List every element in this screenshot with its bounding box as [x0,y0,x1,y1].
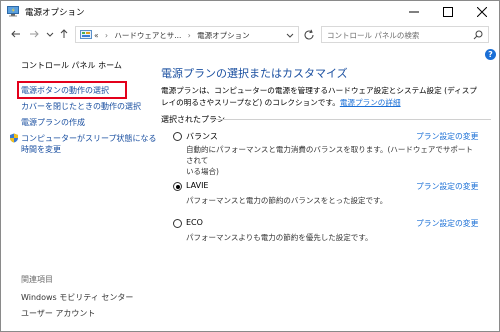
plan-desc-line: 自動的にパフォーマンスと電力消費のバランスを取ります。(ハードウェアでサポートさ… [186,145,473,165]
chevron-right-icon: › [104,31,108,40]
plan-radio-lavie[interactable] [173,182,182,191]
power-options-icon [7,6,19,17]
section-divider [211,119,491,120]
chevron-right-icon: › [187,31,191,40]
forward-button[interactable] [27,27,41,41]
change-plan-settings-balanced[interactable]: プラン設定の変更 [416,131,478,142]
close-icon [477,7,487,17]
plan-desc-eco: パフォーマンスよりも電力の節約を優先した設定です。 [186,233,373,242]
plan-name-balanced: バランス [186,132,218,141]
chevron-down-icon[interactable] [286,31,294,39]
windows-mobility-center-link[interactable]: Windows モビリティ センター [21,292,133,303]
description-line-1: 電源プランは、コンピューターの電源を管理するハードウェア設定とシステム設定 (デ… [161,86,477,95]
create-power-plan-link[interactable]: 電源プランの作成 [21,117,85,128]
sleep-timing-link-line1[interactable]: コンピューターがスリープ状態になる [21,133,157,144]
user-accounts-link[interactable]: ユーザー アカウント [21,308,95,319]
control-panel-home-link[interactable]: コントロール パネル ホーム [21,60,122,71]
chevron-down-icon [46,32,54,37]
power-plan-details-link[interactable]: 電源プランの詳細 [340,98,401,107]
address-bar[interactable]: « › ハードウェアとサ... › 電源オプション [75,26,299,43]
help-icon[interactable]: ? [485,49,496,60]
description-line-2: レイの明るさやスリープなど) のコレクションです。電源プランの詳細 [161,97,491,109]
search-placeholder: コントロール パネルの検索 [327,31,420,40]
plan-name-lavie: LAVIE [186,181,209,190]
breadcrumb-power-options[interactable]: 電源オプション [197,30,250,41]
window-title: 電源オプション [25,8,85,18]
plan-radio-balanced[interactable] [173,132,182,141]
minimize-button[interactable] [397,1,431,23]
up-button[interactable] [57,27,71,41]
lid-close-action-link[interactable]: カバーを閉じたときの動作の選択 [21,101,141,112]
maximize-icon [443,7,453,17]
related-section-title: 関連項目 [21,275,53,284]
breadcrumb-overflow[interactable]: « [94,31,99,40]
sleep-timing-link-line2[interactable]: 時間を変更 [21,144,61,155]
plan-radio-eco[interactable] [173,219,182,228]
back-button[interactable] [9,27,23,41]
arrow-right-icon [30,30,39,38]
plan-desc-lavie: パフォーマンスと電力の節約のバランスをとった設定です。 [186,196,388,205]
plan-desc-line: いる場合) [186,167,219,176]
arrow-left-icon [11,30,20,38]
control-panel-icon [80,30,92,39]
title-bar: 電源オプション [1,1,499,23]
plan-name-eco: ECO [186,218,203,227]
refresh-icon[interactable] [303,29,315,41]
minimize-icon [409,11,419,13]
close-button[interactable] [465,1,499,23]
description-text: レイの明るさやスリープなど) のコレクションです。 [161,97,340,107]
change-plan-settings-eco[interactable]: プラン設定の変更 [416,218,478,229]
search-icon [473,30,483,40]
navigation-bar: « › ハードウェアとサ... › 電源オプション コントロール パネルの検索 [1,23,499,47]
maximize-button[interactable] [431,1,465,23]
shield-icon [10,133,18,143]
recent-locations-button[interactable] [43,27,57,41]
choose-power-button-link[interactable]: 電源ボタンの動作の選択 [21,85,109,96]
description: 電源プランは、コンピューターの電源を管理するハードウェア設定とシステム設定 (デ… [161,85,491,108]
change-plan-settings-lavie[interactable]: プラン設定の変更 [416,181,478,192]
breadcrumb: « › ハードウェアとサ... › 電源オプション [94,30,250,41]
arrow-up-icon [60,29,68,38]
breadcrumb-hardware[interactable]: ハードウェアとサ... [114,30,181,41]
plan-desc-balanced: 自動的にパフォーマンスと電力消費のバランスを取ります。(ハードウェアでサポートさ… [186,144,476,177]
search-input[interactable]: コントロール パネルの検索 [321,26,489,43]
control-panel-window: 電源オプション « › ハードウェアとサ... › 電源オプション コントロール… [0,0,500,332]
page-title: 電源プランの選択またはカスタマイズ [161,67,348,80]
